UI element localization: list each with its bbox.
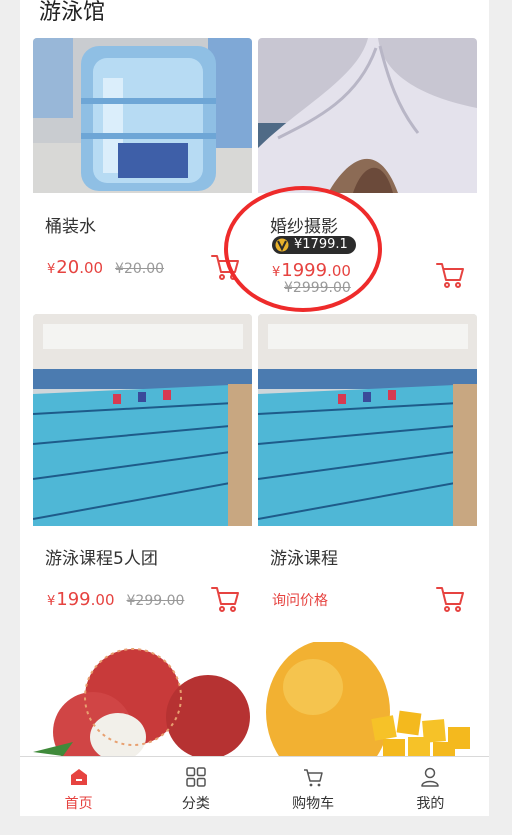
- tab-cart[interactable]: 购物车: [255, 757, 372, 817]
- vip-icon: [275, 238, 289, 252]
- tab-mine[interactable]: 我的: [372, 757, 489, 817]
- product-name: 桶装水: [45, 217, 96, 237]
- product-card-lychee[interactable]: [33, 642, 252, 756]
- user-icon: [421, 767, 440, 787]
- product-image-wedding[interactable]: [258, 38, 477, 193]
- tab-home[interactable]: 首页: [20, 757, 137, 817]
- category-grid-icon: [186, 767, 206, 787]
- tab-category[interactable]: 分类: [137, 757, 254, 817]
- product-image-pool[interactable]: [258, 314, 477, 526]
- home-icon: [70, 769, 87, 785]
- product-image-water[interactable]: [33, 38, 252, 193]
- tab-label: 购物车: [292, 796, 335, 812]
- original-price: ¥2999.00: [284, 280, 351, 296]
- cart-icon: [304, 769, 323, 787]
- product-card-swim-course[interactable]: 游泳课程 询问价格: [258, 314, 477, 634]
- phone-screen: 游泳馆 桶装水 ¥20.00 ¥20.00 婚纱摄影 ¥1799.1 ¥1999…: [20, 0, 489, 835]
- product-card-mango[interactable]: [258, 642, 477, 756]
- price-row: ¥20.00 ¥20.00: [47, 257, 164, 278]
- original-price: ¥299.00: [126, 593, 185, 609]
- section-title: 游泳馆: [39, 0, 106, 25]
- product-name: 游泳课程: [270, 549, 338, 569]
- price-row: ¥1999.00: [272, 260, 351, 281]
- product-card-swim-group[interactable]: 游泳课程5人团 ¥199.00 ¥299.00: [33, 314, 252, 634]
- product-name: 游泳课程5人团: [45, 549, 158, 569]
- bottom-tab-bar: 首页 分类 购物车 我的: [20, 756, 489, 817]
- price-row: ¥199.00 ¥299.00: [47, 589, 184, 610]
- current-price: ¥1999.00: [272, 260, 351, 281]
- tab-label: 首页: [64, 796, 93, 812]
- ask-price-label: 询问价格: [272, 593, 328, 609]
- product-image-lychee[interactable]: [33, 642, 252, 756]
- add-to-cart-icon[interactable]: [210, 252, 240, 282]
- product-card-water[interactable]: 桶装水 ¥20.00 ¥20.00: [33, 38, 252, 308]
- original-price: ¥20.00: [115, 261, 165, 277]
- tab-label: 分类: [181, 796, 210, 812]
- add-to-cart-icon[interactable]: [210, 584, 240, 614]
- current-price: ¥199.00: [47, 589, 115, 610]
- add-to-cart-icon[interactable]: [435, 260, 465, 290]
- bottom-safe-area: [20, 816, 489, 835]
- product-image-pool[interactable]: [33, 314, 252, 526]
- add-to-cart-icon[interactable]: [435, 584, 465, 614]
- vip-price-badge: ¥1799.1: [272, 236, 356, 254]
- product-card-wedding[interactable]: 婚纱摄影 ¥1799.1 ¥1999.00 ¥2999.00: [258, 38, 477, 308]
- product-name: 婚纱摄影: [270, 217, 338, 237]
- product-image-mango[interactable]: [258, 642, 477, 756]
- tab-label: 我的: [416, 796, 445, 812]
- current-price: ¥20.00: [47, 257, 104, 278]
